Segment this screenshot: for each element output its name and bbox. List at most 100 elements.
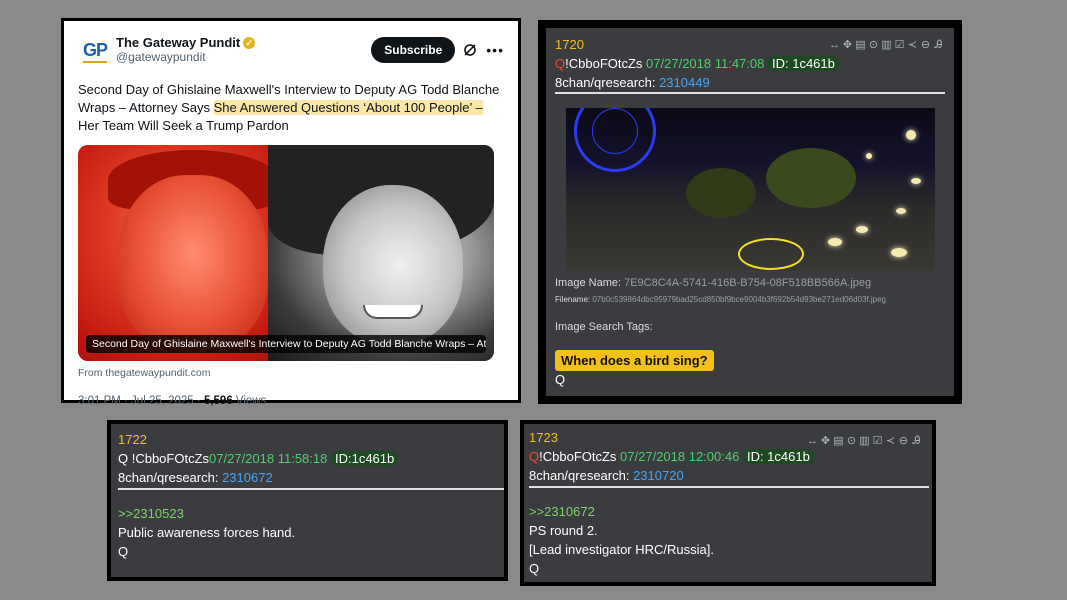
highlight-ellipse xyxy=(738,238,804,270)
reply-link[interactable]: >>2310672 xyxy=(529,502,714,521)
check-icon[interactable]: ☑ xyxy=(872,432,883,451)
drop-date: 07/27/2018 11:58:18 xyxy=(209,451,328,466)
drop-1720-header: 1720 Q!CbboFOtcZs 07/27/2018 11:47:08 ID… xyxy=(555,35,839,92)
poster-id: ID: 1c461b xyxy=(742,449,814,464)
drop-number[interactable]: 1723 xyxy=(529,428,814,447)
car-light-5 xyxy=(891,248,907,257)
author-name-row[interactable]: The Gateway Pundit ✓ xyxy=(116,35,371,50)
share-icon[interactable]: ≺ xyxy=(885,432,896,451)
image-name-value[interactable]: 7E9C8C4A-5741-416B-B754-08F518BB566A.jpe… xyxy=(624,277,871,289)
board-line: 8chan/qresearch: 2310449 xyxy=(555,73,839,92)
tripcode: Q !CbboFOtcZs xyxy=(118,451,210,466)
post-link[interactable]: 2310720 xyxy=(633,468,684,483)
drop-photo[interactable] xyxy=(566,108,935,271)
subscribe-button[interactable]: Subscribe xyxy=(371,37,456,63)
source-link[interactable]: From thegatewaypundit.com xyxy=(78,367,504,379)
gateway-pundit-logo[interactable]: GP xyxy=(78,33,112,67)
poster-id: ID: 1c461b xyxy=(768,56,839,71)
move-icon[interactable]: ✥ xyxy=(842,36,853,55)
grok-icon[interactable] xyxy=(462,42,478,58)
reply-link[interactable]: >>2310523 xyxy=(118,504,295,523)
minus-icon[interactable]: ⊖ xyxy=(920,36,931,55)
drop-date: 07/27/2018 11:47:08 xyxy=(646,56,765,71)
image-tags-label: Image Search Tags: xyxy=(555,321,653,333)
q-letter: Q xyxy=(529,449,540,464)
red-portrait xyxy=(78,145,298,361)
tweet-text-highlight: She Answered Questions ‘About 100 People… xyxy=(213,100,483,115)
glasses-icon[interactable]: ⊙ xyxy=(868,36,879,55)
board-line: 8chan/qresearch: 2310672 xyxy=(118,468,398,487)
author-name[interactable]: The Gateway Pundit xyxy=(116,35,240,50)
drop-1722-header: 1722 Q !CbboFOtcZs07/27/2018 11:58:18 ID… xyxy=(118,430,399,487)
body-line-2: [Lead investigator HRC/Russia]. xyxy=(529,542,714,557)
board-name: 8chan/qresearch: xyxy=(555,75,660,90)
clipboard-icon[interactable]: ▥ xyxy=(881,36,892,55)
divider xyxy=(555,92,945,94)
q-letter: Q xyxy=(555,56,566,71)
drop-signature: Q xyxy=(118,544,129,559)
drop-number[interactable]: 1720 xyxy=(555,35,839,54)
drop-signature: Q xyxy=(529,561,540,576)
board-line: 8chan/qresearch: 2310720 xyxy=(529,466,814,485)
filename-label: Filename: xyxy=(555,295,593,304)
drop-1723-panel: ↔ ✥ ▤ ⊙ ▥ ☑ ≺ ⊖ Ꭿ 1723 Q!CbboFOtcZs 07/2… xyxy=(524,424,932,582)
tweet-frame: GP The Gateway Pundit ✓ @gatewaypundit S… xyxy=(61,18,521,407)
drop-trip-line: Q!CbboFOtcZs 07/27/2018 11:47:08 ID: 1c4… xyxy=(555,54,839,73)
document-icon[interactable]: ▤ xyxy=(855,36,866,55)
translate-icon[interactable]: Ꭿ xyxy=(933,36,944,55)
car-light-3 xyxy=(896,208,906,214)
tweet-meta: 3:01 PM · Jul 25, 2025 · 5,596 Views xyxy=(78,395,504,407)
body-line-1: PS round 2. xyxy=(529,523,598,538)
post-link[interactable]: 2310672 xyxy=(222,470,273,485)
board-name: 8chan/qresearch: xyxy=(529,468,634,483)
car-light xyxy=(828,238,842,246)
tweet-header: GP The Gateway Pundit ✓ @gatewaypundit S… xyxy=(78,33,504,67)
drop-1723-header: 1723 Q!CbboFOtcZs 07/27/2018 12:00:46 ID… xyxy=(529,428,814,485)
body-line-1: Public awareness forces hand. xyxy=(118,525,296,540)
filename-value[interactable]: 07b0c539864dbc95979bad25cd850bf9bce9004b… xyxy=(592,295,886,304)
board-name: 8chan/qresearch: xyxy=(118,470,223,485)
portrait-face-2 xyxy=(323,185,463,345)
tripcode: !CbboFOtcZs xyxy=(539,449,617,464)
post-link[interactable]: 2310449 xyxy=(659,75,710,90)
author-handle[interactable]: @gatewaypundit xyxy=(116,50,371,65)
tweet-time[interactable]: 3:01 PM · Jul 25, 2025 · xyxy=(78,395,204,407)
tripcode: !CbboFOtcZs xyxy=(565,56,643,71)
author-block: The Gateway Pundit ✓ @gatewaypundit xyxy=(116,35,371,65)
poster-id: ID:1c461b xyxy=(330,451,399,466)
share-icon[interactable]: ≺ xyxy=(907,36,918,55)
drop-date: 07/27/2018 12:00:46 xyxy=(620,449,740,464)
move-icon[interactable]: ✥ xyxy=(820,432,831,451)
ferris-wheel-inner xyxy=(592,108,638,154)
tweet-card: GP The Gateway Pundit ✓ @gatewaypundit S… xyxy=(64,21,518,407)
drop-number[interactable]: 1722 xyxy=(118,430,398,449)
glasses-icon[interactable]: ⊙ xyxy=(846,432,857,451)
logo-text: GP xyxy=(82,39,108,60)
street-light-2 xyxy=(866,153,872,159)
drop-1722-panel: 1722 Q !CbboFOtcZs07/27/2018 11:58:18 ID… xyxy=(111,424,504,577)
drop-toolbar: ↔ ✥ ▤ ⊙ ▥ ☑ ≺ ⊖ Ꭿ xyxy=(829,36,944,55)
image-tag-badge[interactable]: When does a bird sing? xyxy=(555,350,714,371)
check-icon[interactable]: ☑ xyxy=(894,36,905,55)
verified-badge-icon: ✓ xyxy=(243,36,256,49)
view-count: 5,596 xyxy=(203,395,233,407)
document-icon[interactable]: ▤ xyxy=(833,432,844,451)
divider xyxy=(118,488,504,490)
translate-icon[interactable]: Ꭿ xyxy=(911,432,922,451)
car-light-4 xyxy=(911,178,921,184)
drop-trip-line: Q!CbboFOtcZs 07/27/2018 12:00:46 ID: 1c4… xyxy=(529,447,814,466)
minus-icon[interactable]: ⊖ xyxy=(898,432,909,451)
clipboard-icon[interactable]: ▥ xyxy=(859,432,870,451)
drop-1720-panel: ↔ ✥ ▤ ⊙ ▥ ☑ ≺ ⊖ Ꭿ 1720 Q!CbboFOtcZs 07/2… xyxy=(546,28,954,396)
divider xyxy=(529,486,929,488)
street-light xyxy=(906,130,916,140)
more-options-icon[interactable]: ••• xyxy=(486,42,504,58)
media-caption: Second Day of Ghislaine Maxwell's Interv… xyxy=(86,335,486,353)
image-name-label: Image Name: xyxy=(555,277,625,289)
drop-signature: Q xyxy=(555,372,566,387)
drop-trip-line: Q !CbboFOtcZs07/27/2018 11:58:18 ID:1c46… xyxy=(118,449,399,468)
tweet-media-image[interactable]: Second Day of Ghislaine Maxwell's Interv… xyxy=(78,145,494,361)
tree-shape xyxy=(766,148,856,208)
drop-toolbar: ↔ ✥ ▤ ⊙ ▥ ☑ ≺ ⊖ Ꭿ xyxy=(807,432,922,451)
views-label: Views xyxy=(232,395,267,407)
